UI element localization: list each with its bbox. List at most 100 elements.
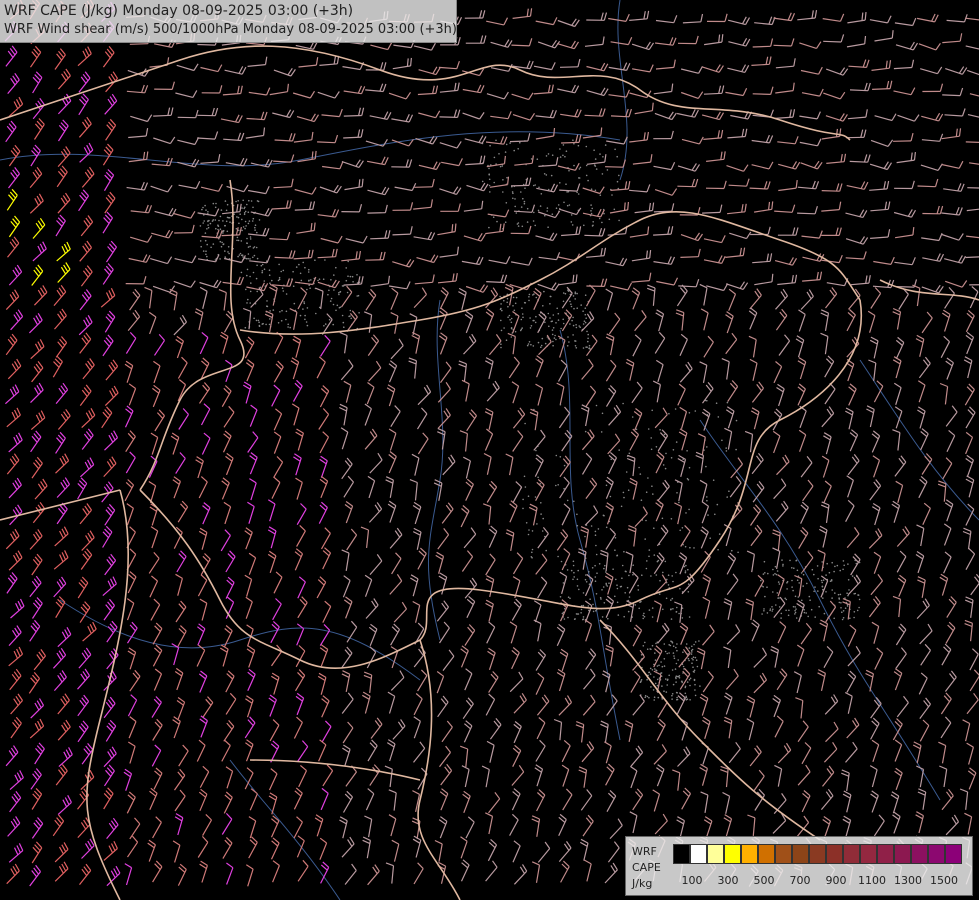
cape-stipple-dot <box>504 151 507 153</box>
cape-stipple-dot <box>243 213 246 216</box>
cape-stipple-dot <box>795 617 798 619</box>
cape-stipple-dot <box>791 586 793 588</box>
cape-stipple-dot <box>544 214 546 217</box>
cape-stipple-dot <box>688 466 691 469</box>
cape-stipple-dot <box>540 346 542 349</box>
cape-stipple-dot <box>522 507 524 510</box>
cape-stipple-dot <box>585 174 588 177</box>
cape-stipple-dot <box>346 291 349 294</box>
cape-stipple-dot <box>614 148 616 151</box>
cape-stipple-dot <box>332 303 335 306</box>
cape-stipple-dot <box>265 323 267 326</box>
cape-stipple-dot <box>595 544 597 547</box>
cape-stipple-dot <box>802 573 805 576</box>
cape-stipple-dot <box>785 609 787 612</box>
cape-stipple-dot <box>306 288 308 291</box>
cape-stipple-dot <box>651 485 653 488</box>
cape-stipple-dot <box>792 605 795 608</box>
cape-stipple-dot <box>317 279 319 282</box>
cape-stipple-dot <box>527 533 530 536</box>
cape-stipple-dot <box>255 319 258 322</box>
cape-stipple-dot <box>529 327 532 329</box>
cape-stipple-dot <box>693 669 696 672</box>
cape-stipple-dot <box>593 149 595 151</box>
cape-stipple-dot <box>522 316 524 319</box>
cape-stipple-dot <box>521 225 524 228</box>
cape-stipple-dot <box>655 574 658 576</box>
wind-shear-title: WRF Wind shear (m/s) 500/1000hPa Monday … <box>4 22 457 37</box>
cape-stipple-dot <box>304 318 306 321</box>
cape-stipple-dot <box>664 467 667 470</box>
cape-stipple-dot <box>823 612 826 615</box>
cape-stipple-dot <box>839 569 841 572</box>
cape-stipple-dot <box>252 256 254 259</box>
cape-stipple-dot <box>836 564 839 567</box>
cape-stipple-dot <box>540 513 542 515</box>
cape-stipple-dot <box>224 256 226 258</box>
cape-stipple-dot <box>665 678 667 680</box>
cape-stipple-dot <box>345 267 348 269</box>
cape-stipple-dot <box>352 281 354 283</box>
cape-stipple-dot <box>586 330 588 333</box>
cape-stipple-dot <box>242 256 244 258</box>
cape-stipple-dot <box>540 502 542 504</box>
cape-stipple-dot <box>280 320 283 322</box>
cape-stipple-dot <box>735 448 737 451</box>
cape-stipple-dot <box>246 203 248 206</box>
cape-stipple-dot <box>766 586 768 588</box>
cape-stipple-dot <box>533 211 535 214</box>
cape-stipple-dot <box>236 236 239 239</box>
cape-stipple-dot <box>664 560 667 563</box>
cape-stipple-dot <box>557 555 559 558</box>
cape-stipple-dot <box>532 220 535 222</box>
cape-stipple-dot <box>342 321 345 324</box>
cape-stipple-dot <box>638 466 640 469</box>
cape-stipple-dot <box>266 305 268 308</box>
legend-swatch <box>911 844 928 864</box>
cape-stipple-dot <box>350 317 353 320</box>
cape-stipple-dot <box>609 495 612 498</box>
cape-stipple-dot <box>807 615 809 618</box>
cape-stipple-dot <box>292 270 294 273</box>
cape-stipple-dot <box>590 188 593 190</box>
cape-stipple-dot <box>488 184 491 187</box>
cape-stipple-dot <box>547 226 549 228</box>
cape-stipple-dot <box>678 675 681 677</box>
cape-stipple-dot <box>567 616 569 619</box>
cape-stipple-dot <box>562 582 565 584</box>
cape-stipple-dot <box>281 287 284 290</box>
cape-stipple-dot <box>236 216 238 218</box>
cape-stipple-dot <box>649 673 652 675</box>
cape-stipple-dot <box>272 309 275 311</box>
cape-stipple-dot <box>244 220 247 223</box>
cape-stipple-dot <box>205 253 207 256</box>
cape-stipple-dot <box>500 343 502 346</box>
cape-stipple-dot <box>226 230 229 233</box>
cape-stipple-dot <box>521 327 523 329</box>
cape-stipple-dot <box>308 268 310 271</box>
cape-stipple-dot <box>590 525 593 527</box>
cape-stipple-dot <box>338 292 340 294</box>
cape-stipple-dot <box>481 180 484 183</box>
cape-stipple-dot <box>488 167 490 170</box>
cape-stipple-dot <box>206 243 208 246</box>
cape-stipple-dot <box>524 422 526 425</box>
cape-stipple-dot <box>501 309 503 312</box>
cape-stipple-dot <box>828 571 831 574</box>
cape-stipple-dot <box>572 316 574 319</box>
cape-stipple-dot <box>600 431 603 433</box>
cape-stipple-dot <box>535 296 538 299</box>
cape-stipple-dot <box>212 243 215 245</box>
cape-stipple-dot <box>602 586 605 588</box>
cape-stipple-dot <box>203 220 205 222</box>
cape-stipple-dot <box>493 181 496 184</box>
cape-stipple-dot <box>676 649 678 652</box>
cape-stipple-dot <box>591 567 594 569</box>
cape-stipple-dot <box>595 404 598 407</box>
cape-stipple-dot <box>500 346 502 349</box>
cape-stipple-dot <box>725 450 728 452</box>
cape-stipple-dot <box>566 204 569 207</box>
cape-stipple-dot <box>686 681 689 683</box>
cape-stipple-dot <box>524 486 527 488</box>
cape-stipple-dot <box>687 591 690 593</box>
